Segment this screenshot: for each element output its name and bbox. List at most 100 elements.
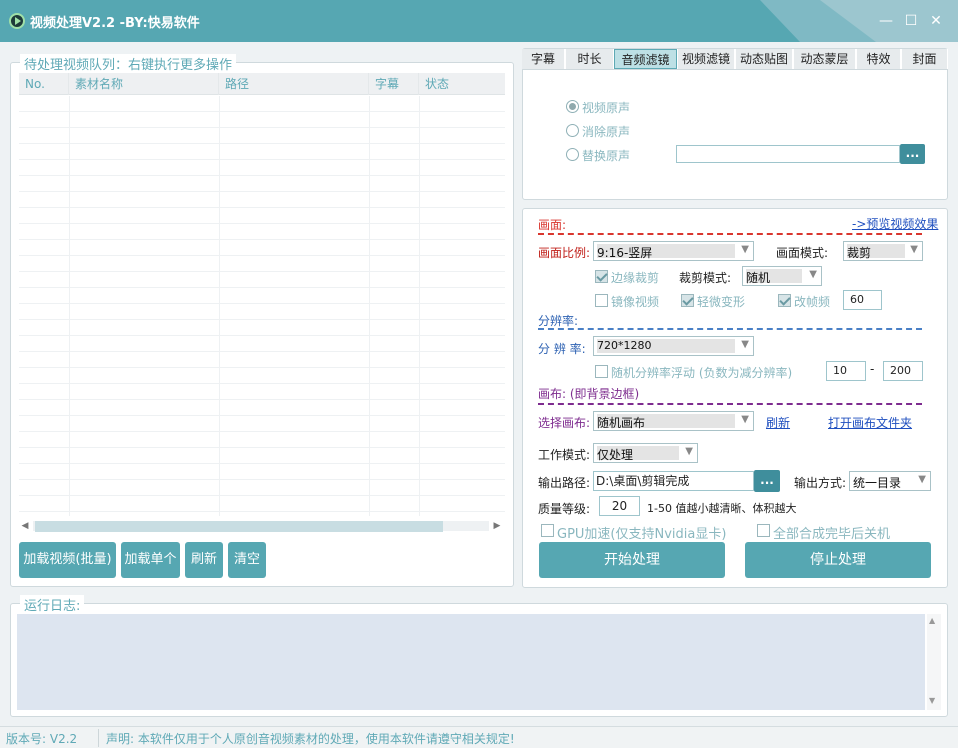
minimize-button[interactable]: — — [878, 13, 894, 29]
radio-icon[interactable] — [566, 148, 579, 161]
canvas-select[interactable]: 随机画布 ▼ — [593, 411, 754, 431]
column-divider — [419, 96, 420, 516]
log-vertical-scrollbar[interactable]: ▲ ▼ — [927, 614, 941, 710]
fps-input[interactable]: 60 — [843, 290, 882, 310]
range-dash: - — [870, 362, 875, 376]
tab-duration[interactable]: 时长 — [566, 49, 614, 69]
output-method-select-value: 统一目录 — [853, 476, 902, 490]
notice-text: 声明: 本软件仅用于个人原创音视频素材的处理，使用本软件请遵守相关规定! — [106, 732, 515, 746]
start-processing-button[interactable]: 开始处理 — [539, 542, 725, 578]
resolution-section-title: 分辨率: — [538, 314, 579, 328]
load-batch-button[interactable]: 加载视频(批量) — [19, 542, 116, 578]
radio-original-audio[interactable]: 视频原声 — [566, 98, 666, 116]
gpu-label: GPU加速(仅支持Nvidia显卡) — [557, 527, 727, 542]
output-method-select[interactable]: 统一目录 ▼ — [849, 471, 931, 491]
replace-audio-path-input[interactable] — [676, 145, 900, 163]
gpu-checkbox[interactable] — [541, 524, 554, 537]
chevron-down-icon: ▼ — [741, 339, 749, 350]
resolution-float-max-input[interactable]: 200 — [883, 361, 923, 381]
fps-label: 改帧频 — [794, 295, 831, 309]
fps-checkbox[interactable] — [778, 294, 791, 307]
tab-underline — [522, 69, 948, 70]
column-header-status[interactable]: 状态 — [419, 73, 505, 95]
slight-deform-checkbox[interactable] — [681, 294, 694, 307]
work-mode-select-value: 仅处理 — [597, 446, 679, 462]
tab-video-filter[interactable]: 视频滤镜 — [678, 49, 735, 69]
column-header-name[interactable]: 素材名称 — [69, 73, 219, 95]
quality-hint: 1-50 值越小越清晰、体积越大 — [647, 502, 797, 515]
queue-legend: 待处理视频队列：右键执行更多操作 — [20, 54, 237, 73]
mode-select[interactable]: 裁剪 ▼ — [843, 241, 923, 261]
mirror-label: 镜像视频 — [611, 295, 660, 309]
work-mode-label: 工作模式: — [538, 448, 591, 462]
chevron-down-icon: ▼ — [741, 414, 749, 425]
tab-subtitle[interactable]: 字幕 — [522, 49, 565, 69]
scrollbar-thumb[interactable] — [35, 521, 443, 532]
radio-icon[interactable] — [566, 124, 579, 137]
mode-label: 画面模式: — [776, 246, 829, 260]
queue-table-body[interactable] — [19, 96, 505, 516]
work-mode-select[interactable]: 仅处理 ▼ — [593, 443, 698, 463]
output-path-input[interactable]: D:\桌面\剪辑完成 — [593, 471, 754, 491]
replace-audio-browse-button[interactable]: ... — [900, 144, 925, 164]
output-method-label: 输出方式: — [794, 476, 847, 490]
radio-icon[interactable] — [566, 100, 579, 113]
log-textarea[interactable] — [17, 614, 925, 710]
resolution-float-min-input[interactable]: 10 — [826, 361, 866, 381]
shutdown-checkbox[interactable] — [757, 524, 770, 537]
ratio-select[interactable]: 9:16-竖屏 ▼ — [593, 241, 754, 261]
column-divider — [369, 96, 370, 516]
chevron-down-icon: ▼ — [918, 474, 926, 485]
radio-replace-audio[interactable]: 替换原声 — [566, 146, 666, 164]
version-text: 版本号: V2.2 — [6, 732, 78, 746]
canvas-section-title: 画布: (即背景边框) — [538, 387, 640, 401]
tab-audio-filter[interactable]: 音频滤镜 — [614, 49, 677, 69]
resolution-divider — [538, 328, 922, 330]
output-path-label: 输出路径: — [538, 476, 591, 490]
maximize-button[interactable]: ☐ — [903, 13, 919, 29]
window-title: 视频处理V2.2 -BY:快易软件 — [30, 16, 200, 31]
column-header-no[interactable]: No. — [19, 73, 69, 95]
queue-horizontal-scrollbar[interactable]: ◀ ▶ — [19, 517, 505, 535]
quality-input[interactable]: 20 — [599, 496, 640, 516]
preview-video-link[interactable]: ->预览视频效果 — [852, 215, 938, 232]
tab-mask[interactable]: 动态蒙层 — [794, 49, 856, 69]
tab-cover[interactable]: 封面 — [902, 49, 948, 69]
tab-effects[interactable]: 特效 — [857, 49, 901, 69]
radio-label: 视频原声 — [582, 101, 631, 115]
canvas-select-value: 随机画布 — [597, 414, 735, 430]
column-header-path[interactable]: 路径 — [219, 73, 369, 95]
scroll-down-icon[interactable]: ▼ — [929, 696, 935, 705]
output-path-browse-button[interactable]: ... — [754, 470, 780, 492]
refresh-queue-button[interactable]: 刷新 — [185, 542, 223, 578]
stop-processing-button[interactable]: 停止处理 — [745, 542, 931, 578]
chevron-down-icon: ▼ — [910, 244, 918, 255]
load-single-button[interactable]: 加载单个 — [121, 542, 180, 578]
canvas-select-label: 选择画布: — [538, 416, 591, 430]
random-resolution-label: 随机分辨率浮动 (负数为减分辨率) — [611, 366, 793, 380]
queue-table-header: No. 素材名称 路径 字幕 状态 — [19, 73, 505, 95]
radio-remove-audio[interactable]: 消除原声 — [566, 122, 666, 140]
open-canvas-folder-link[interactable]: 打开画布文件夹 — [828, 414, 912, 431]
mode-select-value: 裁剪 — [847, 244, 905, 260]
mirror-checkbox[interactable] — [595, 294, 608, 307]
picture-section-title: 画面: — [538, 218, 567, 232]
crop-mode-label: 裁剪模式: — [679, 271, 732, 285]
crop-mode-select[interactable]: 随机 ▼ — [742, 266, 822, 286]
scroll-up-icon[interactable]: ▲ — [929, 616, 935, 625]
scroll-left-icon[interactable]: ◀ — [19, 519, 31, 533]
refresh-canvas-link[interactable]: 刷新 — [766, 414, 790, 431]
clear-queue-button[interactable]: 清空 — [228, 542, 266, 578]
status-divider — [98, 729, 99, 747]
scroll-right-icon[interactable]: ▶ — [491, 519, 503, 533]
resolution-select[interactable]: 720*1280 ▼ — [593, 336, 754, 356]
column-divider — [219, 96, 220, 516]
shutdown-label: 全部合成完毕后关机 — [773, 527, 891, 542]
random-resolution-checkbox[interactable] — [595, 365, 608, 378]
ratio-label: 画面比例: — [538, 246, 591, 260]
close-button[interactable]: ✕ — [928, 13, 944, 29]
resolution-select-value: 720*1280 — [597, 339, 735, 353]
tab-sticker[interactable]: 动态贴图 — [736, 49, 793, 69]
edge-crop-checkbox[interactable] — [595, 270, 608, 283]
column-header-subtitle[interactable]: 字幕 — [369, 73, 419, 95]
